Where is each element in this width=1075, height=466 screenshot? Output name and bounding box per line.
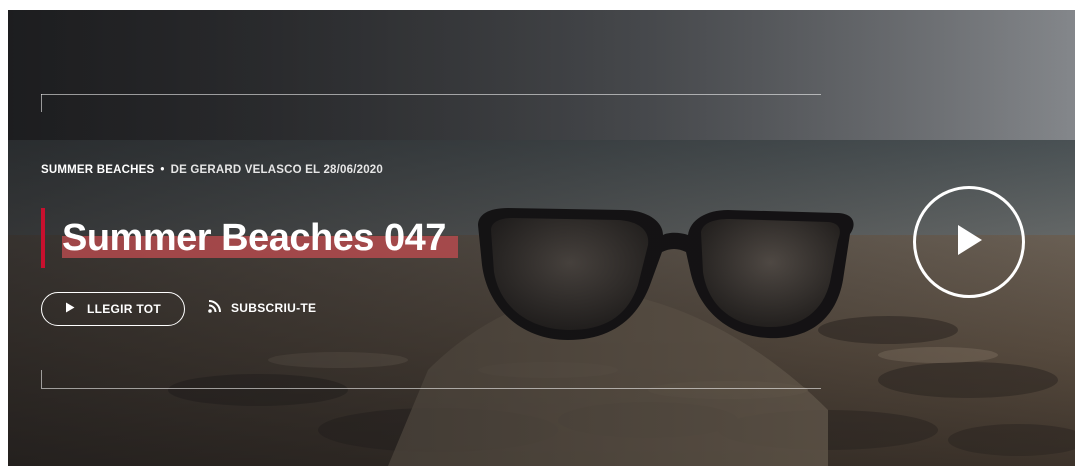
frame-bottom-line bbox=[41, 388, 821, 389]
frame-top-line bbox=[41, 94, 821, 95]
byline: DE GERARD VELASCO EL 28/06/2020 bbox=[170, 164, 384, 176]
title-block: Summer Beaches 047 bbox=[41, 208, 458, 268]
frame-bottom-tick bbox=[41, 370, 42, 388]
play-icon bbox=[65, 302, 75, 316]
meta-separator: • bbox=[160, 164, 165, 176]
episode-meta: SUMMER BEACHES • DE GERARD VELASCO EL 28/0… bbox=[41, 164, 383, 176]
subscribe-label: SUBSCRIU-TE bbox=[231, 301, 317, 315]
play-episode-button[interactable] bbox=[913, 186, 1025, 298]
category-link[interactable]: SUMMER BEACHES bbox=[41, 164, 154, 176]
episode-title[interactable]: Summer Beaches 047 bbox=[62, 216, 458, 260]
episode-title-text: Summer Beaches 047 bbox=[62, 217, 446, 259]
frame-top-tick bbox=[41, 94, 42, 112]
read-more-label: LLEGIR TOT bbox=[86, 302, 162, 316]
podcast-hero: SUMMER BEACHES • DE GERARD VELASCO EL 28/0… bbox=[8, 10, 1075, 466]
subscribe-button[interactable]: SUBSCRIU-TE bbox=[208, 300, 316, 316]
play-circle-icon bbox=[954, 223, 984, 262]
rss-icon bbox=[208, 300, 221, 316]
read-more-button[interactable]: LLEGIR TOT bbox=[41, 292, 185, 326]
